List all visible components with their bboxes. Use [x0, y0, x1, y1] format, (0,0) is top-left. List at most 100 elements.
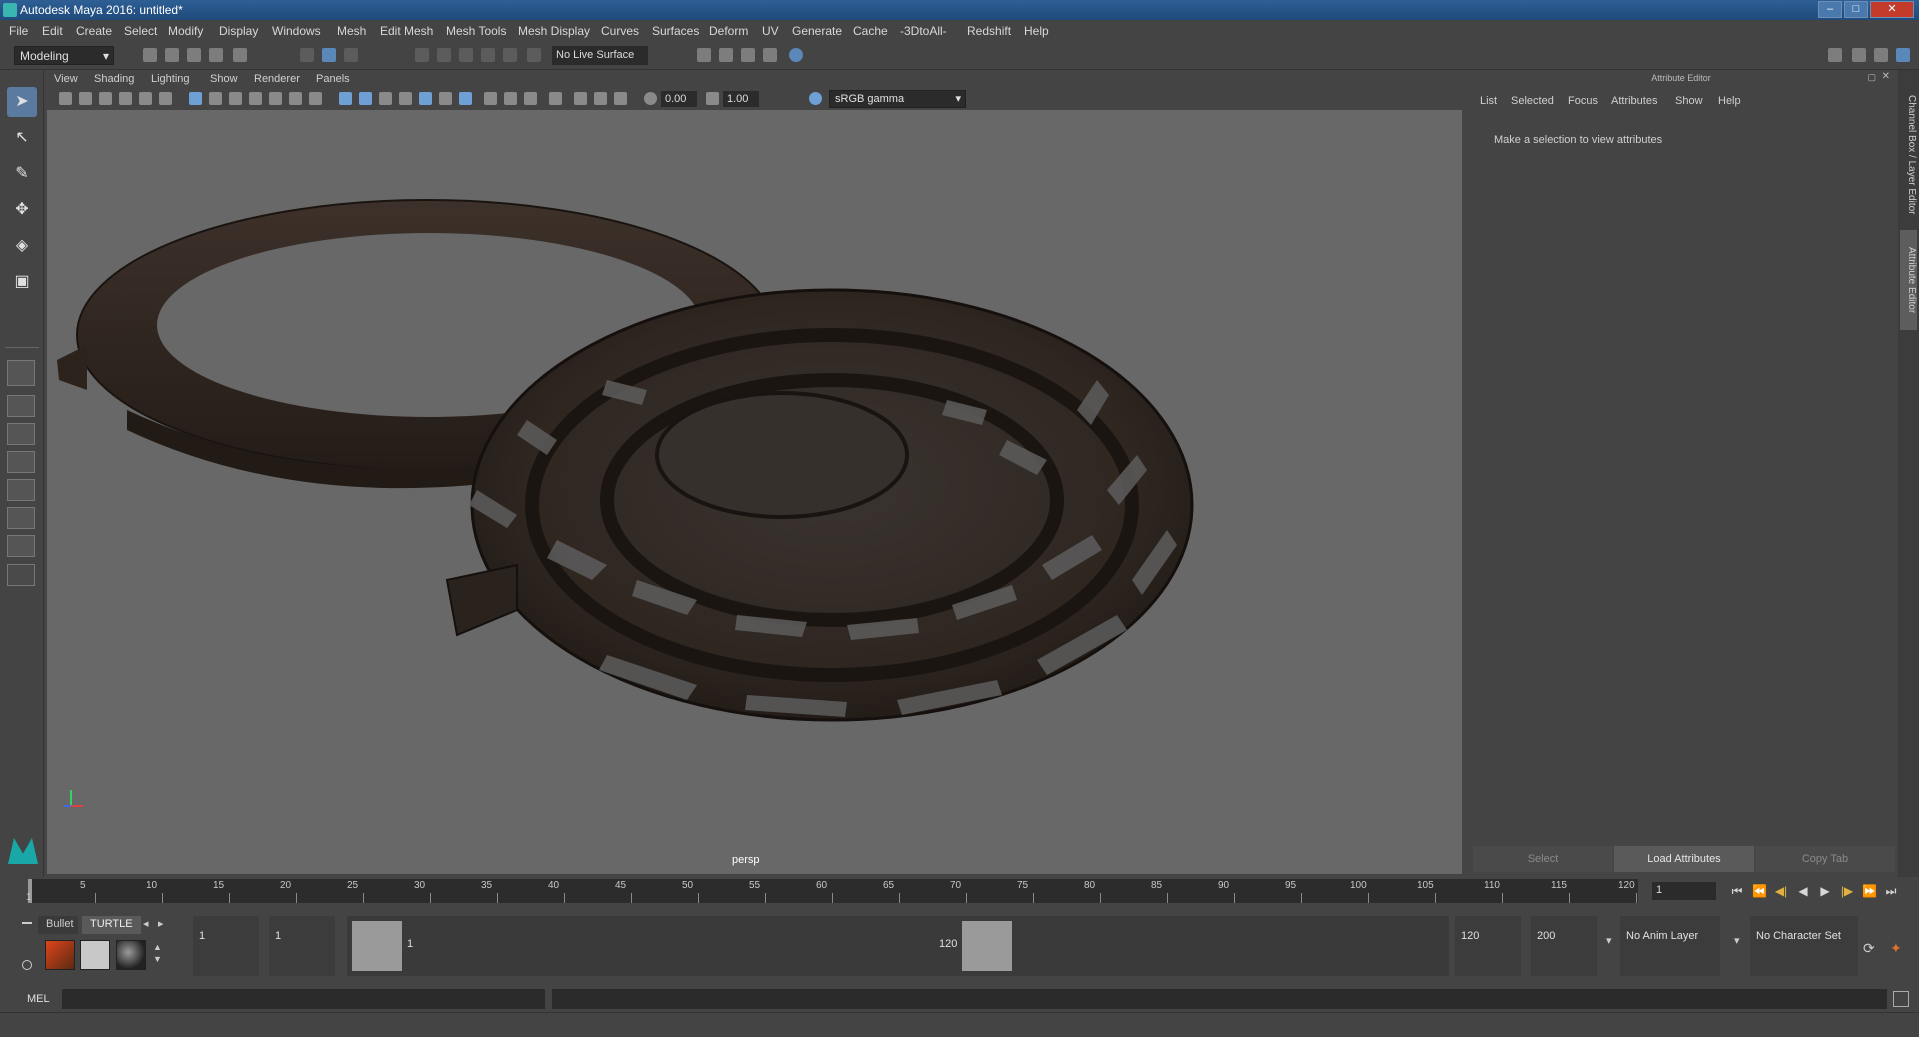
menu-modify[interactable]: Modify	[168, 24, 203, 38]
attr-select-button[interactable]: Select	[1473, 846, 1613, 872]
playback-start-field[interactable]: 1	[269, 916, 335, 976]
rotate-tool-button[interactable]: ◈	[7, 231, 37, 261]
chevron-down-icon[interactable]: ▾	[1606, 934, 1612, 947]
play-backwards-icon[interactable]: ◀	[1796, 885, 1810, 897]
use-default-material-icon[interactable]	[379, 92, 392, 105]
make-live-icon[interactable]	[527, 48, 541, 62]
attr-menu-selected[interactable]: Selected	[1511, 95, 1554, 107]
paint-select-tool-button[interactable]: ✎	[7, 159, 37, 189]
menu-mesh-tools[interactable]: Mesh Tools	[446, 24, 506, 38]
snap-point-icon[interactable]	[459, 48, 473, 62]
close-panel-icon[interactable]: ✕	[1882, 71, 1890, 82]
viewport-menu-panels[interactable]: Panels	[316, 73, 350, 85]
scale-tool-button[interactable]: ▣	[7, 267, 37, 297]
script-editor-icon[interactable]	[1893, 991, 1909, 1007]
gamma-field[interactable]: 1.00	[723, 91, 759, 107]
step-back-key-icon[interactable]: ◀|	[1774, 885, 1788, 897]
select-hierarchy-icon[interactable]	[300, 48, 314, 62]
render-settings-icon[interactable]	[741, 48, 755, 62]
current-frame-input[interactable]: 1	[1652, 882, 1716, 900]
time-slider-track[interactable]: 1 5 10 15 20 25 30 35 40 45 50 55 60 65 …	[26, 879, 1638, 903]
viewport-menu-renderer[interactable]: Renderer	[254, 73, 300, 85]
outliner-persp-layout-button[interactable]	[7, 507, 35, 529]
xray-joints-icon[interactable]	[614, 92, 627, 105]
custom-layout-button[interactable]	[7, 535, 35, 557]
range-start-handle[interactable]	[352, 921, 402, 971]
more-layouts-button[interactable]	[7, 564, 35, 586]
multisample-aa-icon[interactable]	[524, 92, 537, 105]
copy-tab-button[interactable]: Copy Tab	[1755, 846, 1895, 872]
menu-select[interactable]: Select	[124, 24, 157, 38]
wireframe-on-shaded-icon[interactable]	[399, 92, 412, 105]
xray-icon[interactable]	[574, 92, 587, 105]
move-tool-button[interactable]: ✥	[7, 195, 37, 225]
tool-settings-icon[interactable]	[1874, 48, 1888, 62]
xray-active-components-icon[interactable]	[594, 92, 607, 105]
attr-menu-focus[interactable]: Focus	[1568, 95, 1598, 107]
menu-redshift[interactable]: Redshift	[967, 24, 1011, 38]
anim-layer-dropdown[interactable]: No Anim Layer	[1620, 916, 1720, 976]
mel-command-input[interactable]	[62, 989, 545, 1009]
mel-label[interactable]: MEL	[27, 993, 50, 1005]
menu-mesh[interactable]: Mesh	[337, 24, 366, 38]
menu-curves[interactable]: Curves	[601, 24, 639, 38]
open-scene-icon[interactable]	[165, 48, 179, 62]
attr-menu-list[interactable]: List	[1480, 95, 1497, 107]
attr-menu-attributes[interactable]: Attributes	[1611, 95, 1657, 107]
minimize-button[interactable]: –	[1818, 1, 1842, 18]
persp-hypershade-layout-button[interactable]	[7, 479, 35, 501]
gate-mask-icon[interactable]	[249, 92, 262, 105]
menu-surfaces[interactable]: Surfaces	[652, 24, 699, 38]
menu-help[interactable]: Help	[1024, 24, 1049, 38]
3d-viewport[interactable]: persp	[47, 110, 1462, 874]
isolate-select-icon[interactable]	[549, 92, 562, 105]
persp-graph-layout-button[interactable]	[7, 451, 35, 473]
shelf-tab-turtle[interactable]: TURTLE	[82, 916, 141, 934]
select-object-icon[interactable]	[322, 48, 336, 62]
float-panel-icon[interactable]: ▢	[1867, 72, 1876, 83]
menu-edit[interactable]: Edit	[42, 24, 63, 38]
bookmark-icon[interactable]	[99, 92, 112, 105]
load-attributes-button[interactable]: Load Attributes	[1614, 846, 1754, 872]
motion-blur-icon[interactable]	[504, 92, 517, 105]
shelf-tab-bullet[interactable]: Bullet	[38, 916, 78, 934]
turtle-render-icon[interactable]	[45, 940, 75, 970]
grid-icon[interactable]	[189, 92, 202, 105]
animation-end-field[interactable]: 200	[1531, 916, 1597, 976]
attr-menu-show[interactable]: Show	[1675, 95, 1703, 107]
image-plane-icon[interactable]	[119, 92, 132, 105]
menu-generate[interactable]: Generate	[792, 24, 842, 38]
menu-deform[interactable]: Deform	[709, 24, 748, 38]
wireframe-icon[interactable]	[339, 92, 352, 105]
hypershade-icon[interactable]	[763, 48, 777, 62]
range-slider[interactable]: 1 120	[347, 916, 1449, 976]
field-chart-icon[interactable]	[269, 92, 282, 105]
channel-box-toggle-icon[interactable]	[1896, 48, 1910, 62]
tab-channel-box[interactable]: Channel Box / Layer Editor	[1900, 80, 1917, 230]
playback-end-field[interactable]: 120	[1455, 916, 1521, 976]
exposure-field[interactable]: 0.00	[661, 91, 697, 107]
safe-title-icon[interactable]	[309, 92, 322, 105]
maximize-button[interactable]: □	[1844, 1, 1868, 18]
render-view-icon[interactable]	[789, 48, 803, 62]
render-current-frame-icon[interactable]	[697, 48, 711, 62]
shelf-menu-icon[interactable]	[22, 922, 32, 924]
close-button[interactable]: ✕	[1870, 1, 1914, 18]
auto-key-icon[interactable]: ⟳	[1863, 940, 1875, 957]
menu-edit-mesh[interactable]: Edit Mesh	[380, 24, 433, 38]
shelf-scroll-left-icon[interactable]: ◂	[143, 917, 149, 930]
exposure-icon[interactable]	[644, 92, 657, 105]
undo-icon[interactable]	[209, 48, 223, 62]
attribute-editor-toggle-icon[interactable]	[1852, 48, 1866, 62]
step-back-frame-icon[interactable]: ⏪	[1752, 885, 1767, 897]
shelf-scroll-right-icon[interactable]: ▸	[158, 917, 164, 930]
safe-action-icon[interactable]	[289, 92, 302, 105]
go-to-start-icon[interactable]: ⏮	[1730, 885, 1744, 897]
viewport-menu-lighting[interactable]: Lighting	[151, 73, 190, 85]
camera-select-icon[interactable]	[59, 92, 72, 105]
snap-view-plane-icon[interactable]	[503, 48, 517, 62]
menu-create[interactable]: Create	[76, 24, 112, 38]
character-set-dropdown[interactable]: No Character Set	[1750, 916, 1858, 976]
anim-preferences-icon[interactable]: ✦	[1890, 940, 1902, 957]
color-space-dropdown[interactable]: sRGB gamma ▾	[829, 90, 966, 108]
